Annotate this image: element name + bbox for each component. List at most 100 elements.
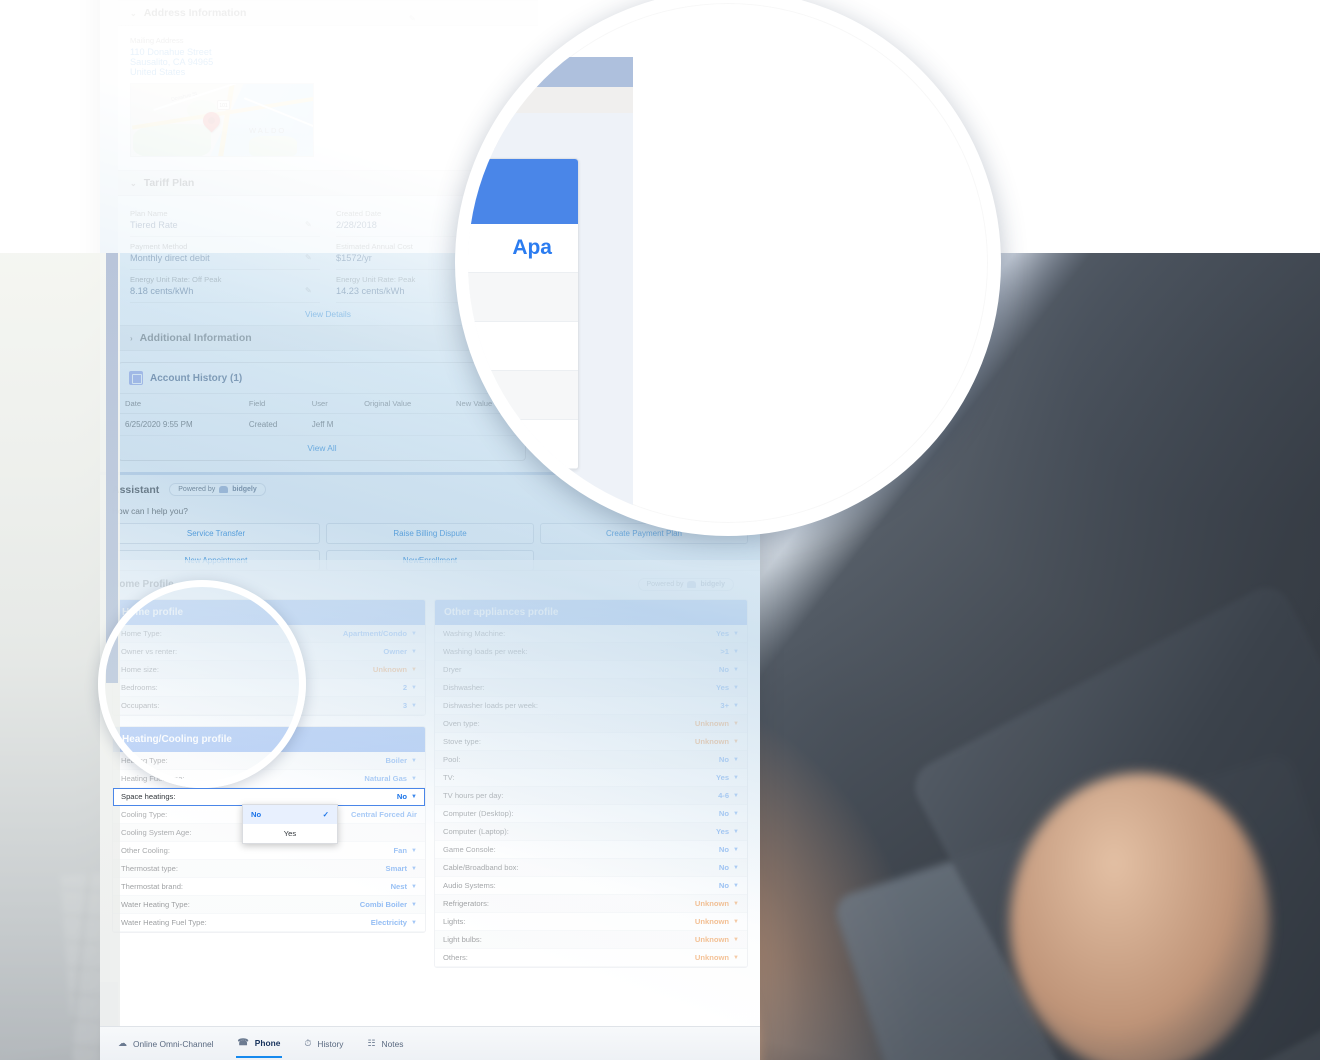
- magnified-row-occupants[interactable]: Occupants:: [468, 420, 578, 469]
- row-value[interactable]: Yes ▼: [716, 629, 739, 638]
- row-value[interactable]: No ▼: [719, 845, 739, 854]
- row-value[interactable]: Unknown ▼: [695, 953, 739, 962]
- row-value[interactable]: Yes ▼: [716, 827, 739, 836]
- address-line-1[interactable]: 110 Donahue Street: [130, 47, 526, 57]
- utility-bar: ☁ Online Omni-Channel ☎ Phone ⏱ History …: [100, 1026, 760, 1060]
- row-appliance[interactable]: Dishwasher loads per week: 3+ ▼: [435, 697, 747, 715]
- action-raise-billing-dispute[interactable]: Raise Billing Dispute: [326, 523, 534, 544]
- row-appliance[interactable]: Oven type: Unknown ▼: [435, 715, 747, 733]
- utility-item-omni-channel[interactable]: ☁ Online Omni-Channel: [116, 1030, 216, 1057]
- caret-down-icon: ▼: [411, 684, 417, 691]
- powered-by-label: Powered by: [646, 581, 684, 588]
- row-value[interactable]: 2 ▼: [403, 683, 417, 692]
- row-value[interactable]: No ▼: [397, 792, 417, 801]
- row-value[interactable]: Combi Boiler ▼: [360, 900, 417, 909]
- row-thermostat-brand[interactable]: Thermostat brand: Nest ▼: [113, 878, 425, 896]
- row-value[interactable]: Yes ▼: [716, 773, 739, 782]
- row-label: Game Console:: [443, 845, 496, 854]
- utility-item-history[interactable]: ⏱ History: [302, 1030, 345, 1057]
- utility-item-phone[interactable]: ☎ Phone: [235, 1029, 283, 1058]
- row-appliance[interactable]: Computer (Laptop): Yes ▼: [435, 823, 747, 841]
- pencil-icon[interactable]: ✎: [409, 14, 418, 23]
- row-value[interactable]: Apartment/Condo ▼: [343, 629, 417, 638]
- row-appliance[interactable]: Light bulbs: Unknown ▼: [435, 931, 747, 949]
- action-service-transfer[interactable]: Service Transfer: [112, 523, 320, 544]
- account-history-icon: [129, 371, 143, 385]
- row-other-cooling[interactable]: Other Cooling: Fan ▼: [113, 842, 425, 860]
- row-value[interactable]: Nest ▼: [391, 882, 417, 891]
- dropdown-option-yes[interactable]: Yes: [243, 824, 337, 843]
- address-map-thumbnail[interactable]: Donahue St 101 WALDO: [130, 83, 314, 157]
- row-value[interactable]: Unknown ▼: [695, 899, 739, 908]
- row-appliance[interactable]: Washing Machine: Yes ▼: [435, 625, 747, 643]
- row-thermostat-type[interactable]: Thermostat type: Smart ▼: [113, 860, 425, 878]
- row-value[interactable]: Central Forced Air: [351, 810, 417, 819]
- field-rate-offpeak[interactable]: Energy Unit Rate: Off Peak 8.18 cents/kW…: [130, 270, 320, 303]
- address-line-2[interactable]: Sausalito, CA 94965: [130, 57, 526, 67]
- row-appliance[interactable]: Pool: No ▼: [435, 751, 747, 769]
- pencil-icon[interactable]: ✎: [305, 253, 314, 262]
- map-place-label: WALDO: [249, 126, 287, 135]
- magnified-scene: Home Profile Home profile Home Type: Apa…: [468, 13, 988, 523]
- row-value[interactable]: Unknown ▼: [695, 719, 739, 728]
- row-value[interactable]: No ▼: [719, 665, 739, 674]
- pencil-icon[interactable]: ✎: [305, 220, 314, 229]
- row-appliance[interactable]: Others: Unknown ▼: [435, 949, 747, 967]
- row-value[interactable]: No ▼: [719, 755, 739, 764]
- dropdown-option-no[interactable]: No ✓: [243, 805, 337, 824]
- row-value[interactable]: Owner ▼: [383, 647, 417, 656]
- row-value[interactable]: Yes ▼: [716, 683, 739, 692]
- row-water-heating-type[interactable]: Water Heating Type: Combi Boiler ▼: [113, 896, 425, 914]
- row-value[interactable]: 3 ▼: [403, 701, 417, 710]
- cell-original-value: [358, 413, 451, 436]
- field-label: Payment Method: [130, 242, 188, 251]
- pencil-icon[interactable]: ✎: [305, 286, 314, 295]
- row-label: Dryer: [443, 665, 462, 674]
- magnified-row-bedrooms[interactable]: Bedrooms:: [468, 371, 578, 420]
- magnified-row-owner-vs-renter[interactable]: Owner vs renter:: [468, 273, 578, 322]
- row-value[interactable]: No ▼: [719, 809, 739, 818]
- row-appliance[interactable]: Lights: Unknown ▼: [435, 913, 747, 931]
- row-value[interactable]: Unknown ▼: [695, 737, 739, 746]
- row-appliance[interactable]: Computer (Desktop): No ▼: [435, 805, 747, 823]
- cooling-type-dropdown-menu[interactable]: No ✓ Yes: [242, 804, 338, 844]
- row-appliance[interactable]: Stove type: Unknown ▼: [435, 733, 747, 751]
- row-value[interactable]: 3+ ▼: [720, 701, 739, 710]
- row-value[interactable]: Unknown ▼: [373, 665, 417, 674]
- action-new-appointment[interactable]: New Appointment: [112, 550, 320, 571]
- row-value[interactable]: Boiler ▼: [386, 756, 417, 765]
- row-value[interactable]: Unknown ▼: [695, 935, 739, 944]
- row-appliance[interactable]: Game Console: No ▼: [435, 841, 747, 859]
- row-appliance[interactable]: Cable/Broadband box: No ▼: [435, 859, 747, 877]
- row-value[interactable]: Fan ▼: [394, 846, 417, 855]
- view-all-link[interactable]: View All: [119, 436, 525, 460]
- field-payment-method[interactable]: Payment Method Monthly direct debit ✎: [130, 237, 320, 270]
- magnified-row-home-type[interactable]: Home Type: Apa: [468, 224, 578, 273]
- row-value[interactable]: No ▼: [719, 881, 739, 890]
- magnified-row-home-size[interactable]: Home size:: [468, 322, 578, 371]
- row-value[interactable]: Smart ▼: [386, 864, 417, 873]
- row-value[interactable]: Electricity ▼: [371, 918, 417, 927]
- row-label: Computer (Desktop):: [443, 809, 514, 818]
- caret-down-icon: ▼: [733, 738, 739, 745]
- field-plan-name[interactable]: Plan Name Tiered Rate ✎: [130, 204, 320, 237]
- row-appliance[interactable]: Refrigerators: Unknown ▼: [435, 895, 747, 913]
- action-new-enrollment[interactable]: NewEnrollment: [326, 550, 534, 571]
- row-appliance[interactable]: TV: Yes ▼: [435, 769, 747, 787]
- row-value[interactable]: Unknown ▼: [695, 917, 739, 926]
- address-line-3[interactable]: United States: [130, 67, 526, 77]
- row-label: Audio Systems:: [443, 881, 496, 890]
- row-value[interactable]: 4-6 ▼: [718, 791, 739, 800]
- row-appliance[interactable]: Washing loads per week: >1 ▼: [435, 643, 747, 661]
- row-appliance[interactable]: Dryer No ▼: [435, 661, 747, 679]
- row-value[interactable]: >1 ▼: [720, 647, 739, 656]
- row-appliance[interactable]: Audio Systems: No ▼: [435, 877, 747, 895]
- powered-by-badge: Powered by bidgely: [169, 483, 266, 496]
- row-appliance[interactable]: Dishwasher: Yes ▼: [435, 679, 747, 697]
- utility-item-notes[interactable]: ☷ Notes: [365, 1030, 405, 1057]
- row-value[interactable]: Natural Gas ▼: [364, 774, 417, 783]
- row-value[interactable]: No ▼: [719, 863, 739, 872]
- row-water-heating-fuel-type[interactable]: Water Heating Fuel Type: Electricity ▼: [113, 914, 425, 932]
- row-label: Light bulbs:: [443, 935, 482, 944]
- row-appliance[interactable]: TV hours per day: 4-6 ▼: [435, 787, 747, 805]
